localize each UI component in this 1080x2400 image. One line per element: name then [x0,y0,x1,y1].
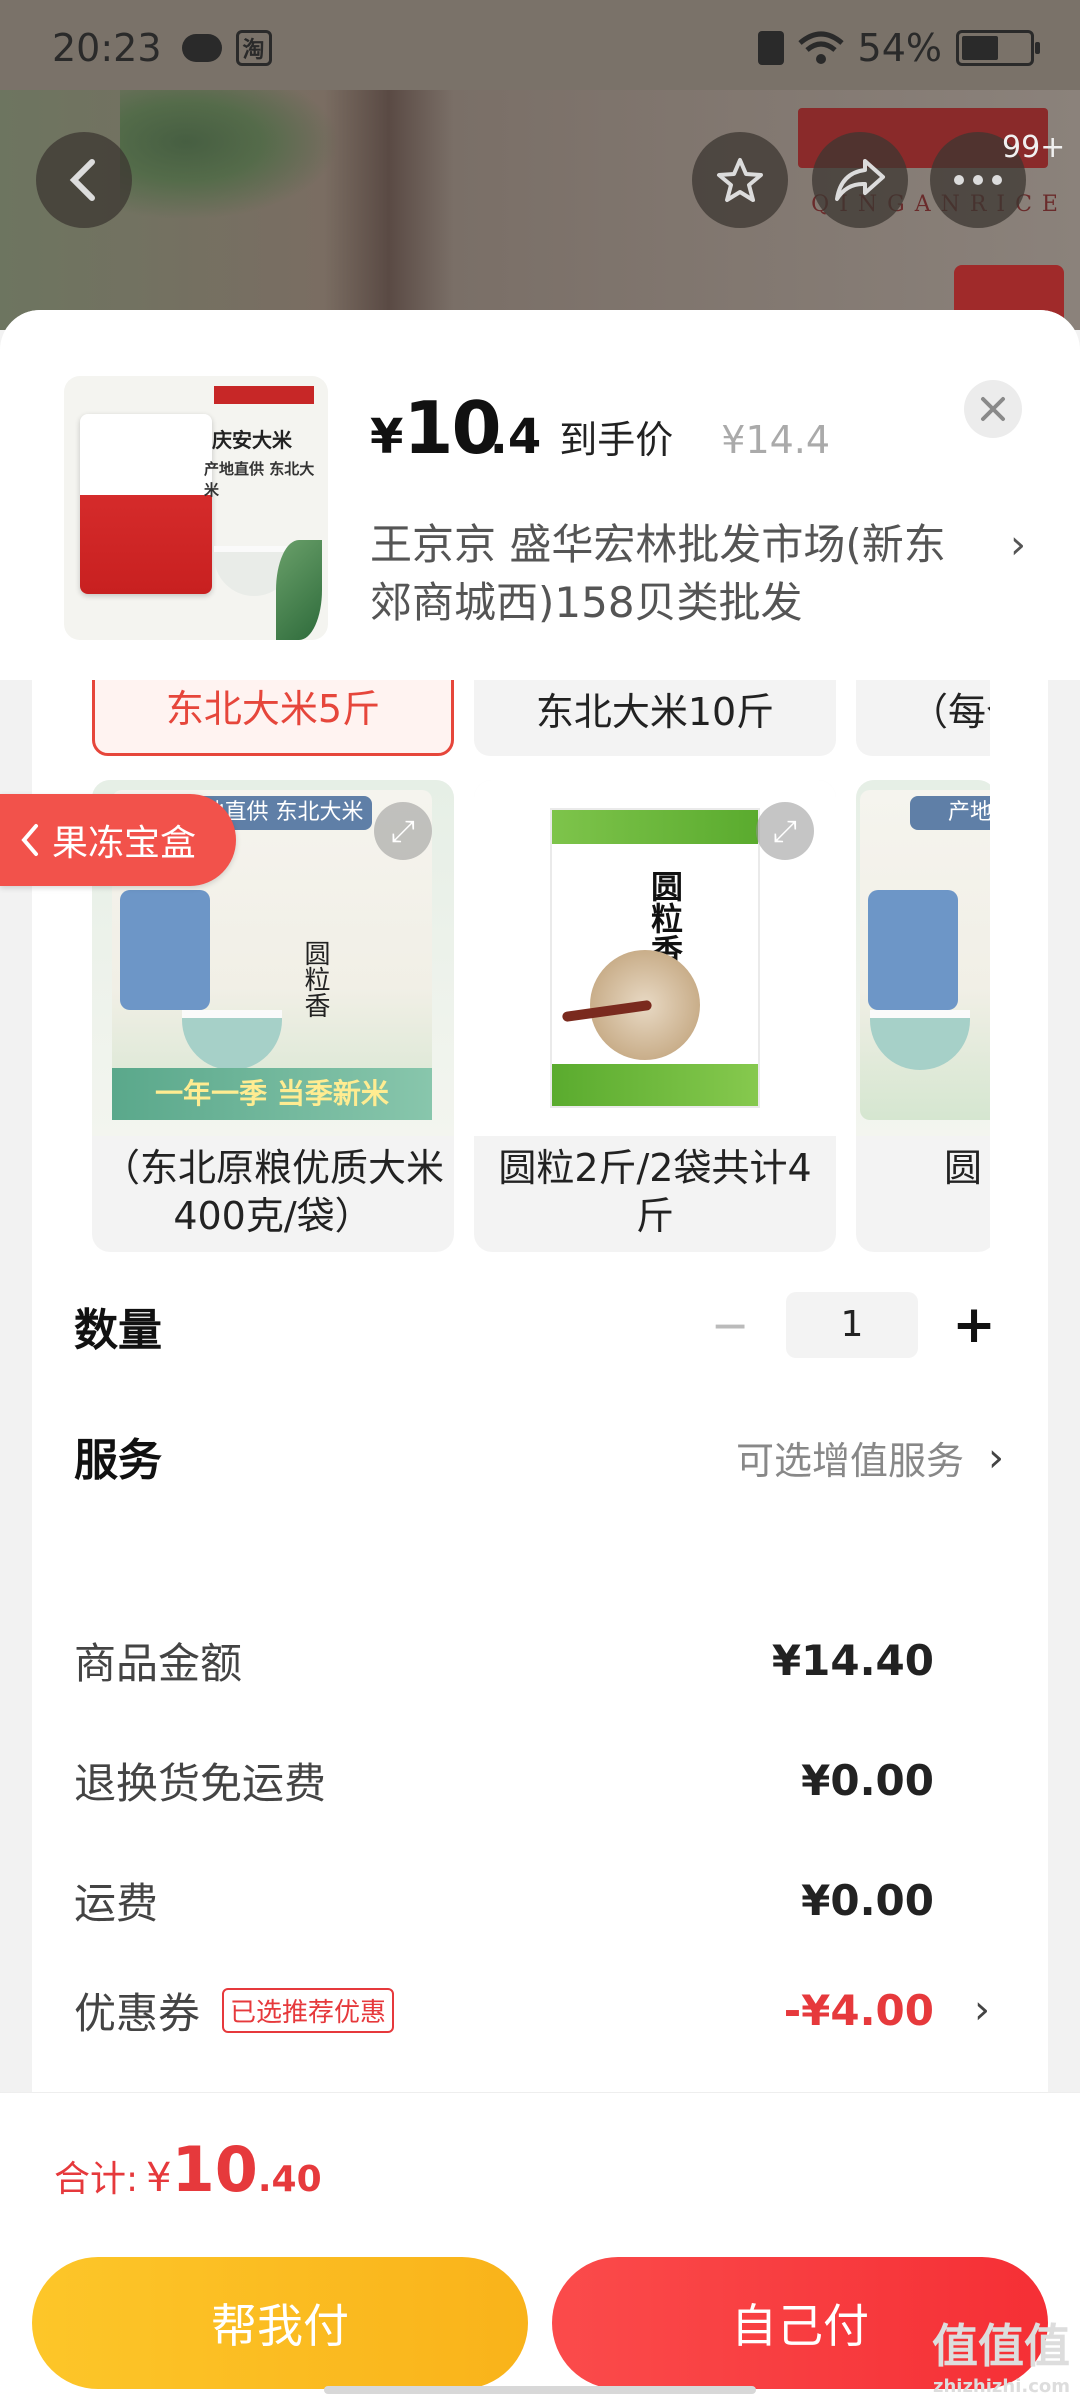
summary-row-goods: 商品金额 ¥14.40 [74,1630,994,1690]
variant-option-label: 东北大米10斤 [535,690,775,734]
sim-icon [757,31,784,65]
original-price: ¥14.4 [721,418,831,462]
summary-label: 退换货免运费 [74,1758,327,1808]
wifi-icon [797,31,844,64]
sheet-header: 庆安大米 产地直供 东北大米 ¥ 10 .4 到手价 ¥14.4 王京京 盛华宏… [0,310,1080,680]
sku-selector-sheet: 庆安大米 产地直供 东北大米 ¥ 10 .4 到手价 ¥14.4 王京京 盛华宏… [0,310,1080,2400]
product-option-label: 圆 [944,1146,983,1190]
service-label: 服务 [74,1435,162,1486]
back-button[interactable] [36,132,132,228]
quantity-label: 数量 [74,1305,162,1356]
product-option-label: 圆粒2斤/2袋共计4斤 [498,1146,812,1238]
watermark: 值值值 zhizhizhi.com [932,2310,1070,2397]
bag-blue-panel [120,890,210,1010]
total-price: 合计: ¥ 10 .40 [54,2133,322,2206]
favorite-button[interactable] [692,132,788,228]
background-leaves [120,90,340,220]
summary-label: 优惠券 [74,1988,201,2038]
back-icon [69,159,95,201]
thumb-title: 庆安大米 [212,428,292,452]
shop-name[interactable]: 王京京 盛华宏林批发市场(新东郊商城西)158贝类批发 [370,516,970,632]
battery-percent: 54% [857,26,942,70]
summary-value: ¥0.00 [801,1755,934,1805]
summary-value: ¥14.40 [771,1635,934,1685]
cloud-icon [181,34,222,62]
status-bar: 20:23 淘 54% [0,0,1080,96]
summary-label: 运费 [74,1878,159,1928]
chevron-right-icon[interactable]: › [1010,522,1026,568]
floating-tag-label: 果冻宝盒 [52,823,197,864]
battery-level [962,36,998,60]
status-time: 20:23 [52,26,162,70]
summary-value: -¥4.00 [783,1985,934,2035]
watermark-sub: zhizhizhi.com [932,2376,1070,2397]
price-symbol: ¥ [370,409,404,465]
floating-promo-tag[interactable]: 果冻宝盒 [0,794,236,886]
more-icon [954,175,1002,185]
minus-icon[interactable]: − [700,1295,760,1355]
bag-ribbon: 产地 [910,796,990,830]
service-row[interactable]: 服务 可选增值服务 › [74,1416,1004,1496]
price-summary-card: 商品金额 ¥14.40 退换货免运费 ¥0.00 运费 ¥0.00 优惠券 已选… [32,1578,1048,2138]
plus-icon[interactable]: + [944,1295,1004,1355]
bag-title: 圆粒香 [300,940,330,1018]
coupon-tag: 已选推荐优惠 [222,1987,395,2033]
summary-row-coupon[interactable]: 优惠券 已选推荐优惠 -¥4.00 › [74,1980,994,2040]
bag-band: 一年一季 当季新米 [112,1068,432,1120]
product-option-card[interactable]: 圆粒香 ⤢ 圆粒2斤/2袋共计4斤 [474,780,836,1252]
price-integer: 10 [403,386,501,470]
variant-option-label: 东北大米5斤 [165,687,381,731]
quantity-stepper: − 1 + [700,1292,1004,1358]
watermark-main: 值值值 [932,2319,1070,2373]
summary-row-shipping: 运费 ¥0.00 [74,1870,994,1930]
leaf-decoration [276,540,322,640]
bag-blue-panel [868,890,958,1010]
final-price-label: 到手价 [559,418,674,462]
close-button[interactable] [964,380,1022,438]
bowl-image [182,1010,282,1070]
help-pay-button[interactable]: 帮我付 [32,2257,528,2389]
battery-icon [956,30,1040,66]
checkout-footer: 合计: ¥ 10 .40 帮我付 自己付 [0,2092,1080,2400]
variant-option-label: （每个 [910,690,990,734]
thumb-subtitle: 产地直供 东北大米 [204,460,315,499]
total-symbol: ¥ [146,2155,172,2201]
home-indicator[interactable] [324,2386,756,2394]
total-decimal: .40 [257,2159,322,2200]
chevron-left-icon [21,824,38,856]
summary-label: 商品金额 [74,1638,243,1688]
summary-row-return-shipping: 退换货免运费 ¥0.00 [74,1750,994,1810]
chevron-right-icon: › [974,1987,990,2033]
service-value: 可选增值服务 [735,1439,964,1483]
quantity-input[interactable]: 1 [786,1292,918,1358]
chevron-right-icon: › [988,1434,1004,1481]
summary-value: ¥0.00 [801,1875,934,1925]
share-icon [835,159,885,201]
price-row: ¥ 10 .4 到手价 ¥14.4 [370,386,830,470]
product-option-image: 产地 [856,780,990,1136]
taobao-notification-icon: 淘 [235,30,272,66]
expand-icon[interactable]: ⤢ [756,802,814,860]
rice-bag-image [80,414,212,594]
product-option-label: （东北原粮优质大米400克/袋） [102,1146,445,1238]
price-decimal: .4 [489,409,542,465]
share-button[interactable] [812,132,908,228]
close-icon [981,397,1005,421]
product-option-card[interactable]: 产地 圆 [856,780,990,1252]
product-thumbnail[interactable]: 庆安大米 产地直供 东北大米 [64,376,328,640]
more-badge: 99+ [1002,130,1066,165]
total-label: 合计: [54,2159,139,2200]
quantity-row: 数量 − 1 + [74,1286,1004,1366]
product-option-image: 圆粒香 ⤢ [474,780,836,1136]
star-icon [717,158,763,202]
expand-icon[interactable]: ⤢ [374,802,432,860]
total-integer: 10 [171,2133,258,2206]
bowl-image [870,1010,970,1070]
